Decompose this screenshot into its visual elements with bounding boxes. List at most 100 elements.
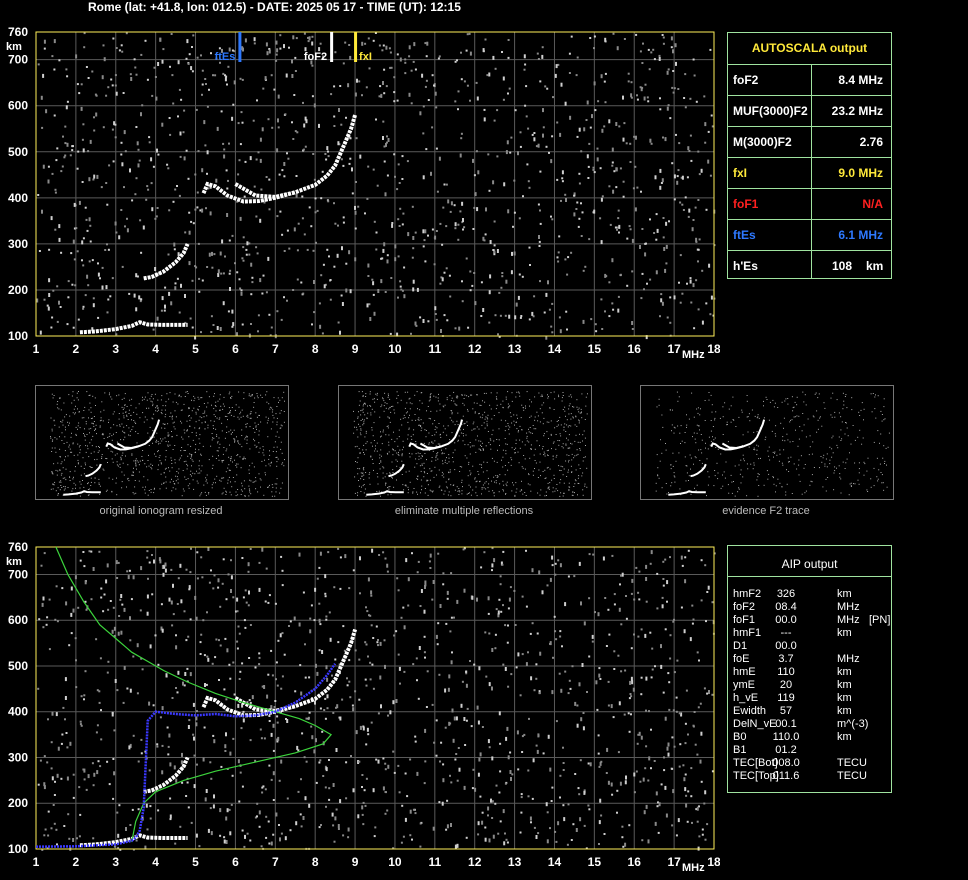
thumb-evidence [640, 385, 894, 500]
noise-dots [37, 547, 716, 851]
x-tick-label: 7 [272, 855, 279, 869]
aip-name: foF2 [733, 601, 756, 613]
aip-name: foE [733, 653, 750, 665]
autoscala-row-fxi: fxI 9.0 MHz [728, 157, 891, 189]
autoscala-row-fof1: foF1 N/A [728, 188, 891, 220]
x-axis-label: MHz [682, 349, 705, 361]
y-tick-label: 500 [8, 145, 28, 159]
autoscala-value: 23.2 MHz [831, 104, 883, 118]
autoscala-label: h'Es [733, 259, 758, 273]
aip-value: 110.0 [772, 731, 800, 743]
autoscala-value: 9.0 MHz [838, 166, 883, 180]
thumb-trace [63, 490, 101, 496]
aip-unit: MHz [837, 614, 860, 626]
aip-name: ymE [733, 679, 755, 691]
x-tick-label: 9 [352, 855, 359, 869]
x-tick-label: 14 [548, 855, 562, 869]
autoscala-row-ftes: ftEs 6.1 MHz [728, 219, 891, 251]
x-tick-label: 15 [588, 855, 602, 869]
thumb-eliminate [338, 385, 592, 500]
x-tick-label: 4 [152, 342, 159, 356]
x-tick-label: 9 [352, 342, 359, 356]
aip-value: 57 [779, 705, 793, 717]
aip-value: 3.7 [778, 653, 794, 665]
autoscala-panel: AUTOSCALA output foF2 8.4 MHz MUF(3000)F2 2… [727, 32, 892, 279]
y-tick-label: 760 [8, 25, 28, 39]
thumb-noise [655, 391, 890, 497]
aip-unit: MHz [837, 601, 860, 613]
aip-unit: km [837, 679, 852, 691]
x-tick-label: 12 [468, 855, 482, 869]
trace-E_spread [143, 243, 190, 281]
aip-unit: km [837, 588, 852, 600]
thumb-eliminate-plot [353, 391, 588, 497]
autoscala-unit: km [866, 259, 884, 273]
aip-unit: TECU [837, 770, 867, 782]
autoscala-value: 8.4 MHz [838, 73, 883, 87]
aip-unit: MHz [837, 653, 860, 665]
aip-value: 011.6 [772, 770, 800, 782]
autoscala-value: N/A [862, 197, 883, 211]
x-tick-label: 5 [192, 342, 199, 356]
thumb-trace [116, 442, 139, 450]
x-tick-label: 2 [73, 855, 80, 869]
autoscala-value: 6.1 MHz [838, 228, 883, 242]
aip-title: AIP output [781, 557, 838, 571]
thumb-original [35, 385, 289, 500]
x-tick-label: 3 [112, 342, 119, 356]
aip-name: hmE [733, 666, 756, 678]
aip-fit-line [35, 662, 337, 848]
autoscala-label: M(3000)F2 [733, 135, 792, 149]
x-tick-label: 18 [707, 342, 720, 356]
x-tick-label: 10 [388, 342, 402, 356]
x-tick-label: 17 [667, 342, 681, 356]
marker-label-foF2: foF2 [304, 51, 327, 63]
thumb-evidence-plot [655, 391, 890, 497]
thumb-trace [710, 419, 766, 451]
autoscala-row-fof2: foF2 8.4 MHz [728, 64, 891, 96]
bottom-ionogram-chart: 1 2 3 4 5 6 7 8 9 10 11 12 13 14 15 16 17 181002003004005… [6, 540, 720, 874]
aip-extra: [PN] [869, 614, 891, 626]
marker-foF2 [330, 32, 334, 62]
aip-unit: m^(-3) [837, 718, 869, 730]
x-tick-label: 6 [232, 855, 239, 869]
aip-title-divider [728, 576, 891, 577]
autoscala-title: AUTOSCALA output [751, 41, 868, 55]
aip-name: B1 [733, 744, 747, 756]
y-tick-label: 200 [8, 796, 28, 810]
thumb-original-plot [50, 391, 285, 497]
aip-value: --- [780, 627, 792, 639]
thumb-trace [721, 442, 744, 450]
y-tick-label: 300 [8, 750, 28, 764]
page-header: Rome (lat: +41.8, lon: 012.5) - DATE: 20… [88, 0, 461, 14]
autoscala-row-h-es: h'Es 108 km [728, 250, 891, 282]
x-tick-label: 17 [667, 855, 681, 869]
x-tick-label: 18 [707, 855, 720, 869]
y-tick-label: 500 [8, 659, 28, 673]
aip-value: 110 [777, 666, 795, 678]
echo-trace-Es [79, 833, 188, 848]
autoscala-row-m-3000-f2: M(3000)F2 2.76 [728, 126, 891, 158]
thumb-trace [668, 490, 706, 496]
y-tick-label: 600 [8, 99, 28, 113]
aip-name: h_vE [733, 692, 759, 704]
y-tick-label: 400 [8, 705, 28, 719]
autoscala-value: 108 [832, 259, 853, 273]
aip-name: foF1 [733, 614, 756, 626]
aip-unit: km [837, 731, 852, 743]
aip-unit: km [837, 705, 852, 717]
aip-value: 01.2 [775, 744, 797, 756]
aip-unit: km [837, 666, 852, 678]
aip-name: D1 [733, 640, 748, 652]
aip-name: Ewidth [733, 705, 767, 717]
x-tick-label: 8 [312, 855, 319, 869]
y-tick-label: 700 [8, 53, 28, 67]
trace-Es [79, 320, 188, 335]
trace-F2_upper [234, 182, 296, 199]
autoscala-row-muf-3000-f2: MUF(3000)F2 23.2 MHz [728, 95, 891, 127]
y-tick-label: 300 [8, 237, 28, 251]
x-tick-label: 12 [468, 342, 482, 356]
x-tick-label: 5 [192, 855, 199, 869]
aip-unit: km [837, 627, 852, 639]
y-tick-label: 200 [8, 283, 28, 297]
